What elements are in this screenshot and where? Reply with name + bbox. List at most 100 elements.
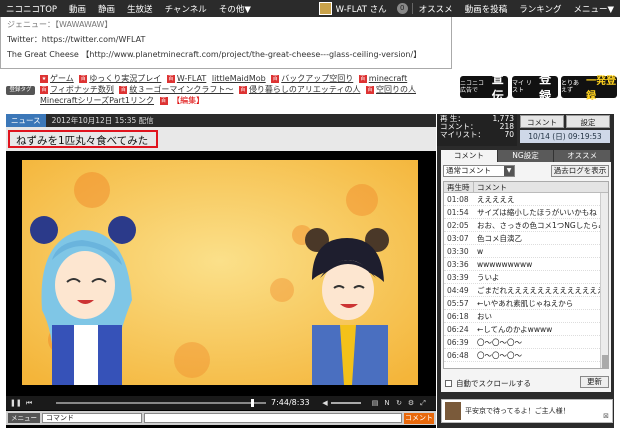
tag-karamawari[interactable]: 空回りの人 xyxy=(376,85,416,94)
comment-toggle-icon[interactable]: ▤ xyxy=(370,398,380,408)
chevron-down-icon[interactable]: ▼ xyxy=(504,166,514,176)
comment-type-select[interactable]: 通常コメント ▼ xyxy=(443,165,515,177)
comment-time: 03:36 xyxy=(447,260,469,269)
tag-row-3: MinecraftシリーズPart1リンク 百 【編集】 xyxy=(40,96,204,107)
dictionary-icon: 百 xyxy=(79,74,88,83)
comment-time: 05:57 xyxy=(447,299,469,308)
video-title-bar: ねずみを1匹丸々食べてみた xyxy=(6,127,436,151)
comment-time: 06:24 xyxy=(447,325,469,334)
mylist-register-button[interactable]: マイ リスト 登録 xyxy=(512,72,558,103)
ng-icon[interactable]: N xyxy=(382,398,392,408)
comment-row[interactable]: 01:08 えええええ xyxy=(444,193,608,206)
comment-row[interactable]: 04:49 ごまだれええええええええええええええ xyxy=(444,284,608,297)
comment-row[interactable]: 03:30 w xyxy=(444,245,608,258)
tag-row-2: 百フィボナッチ数列 百紋３ーゴーマインクラフト〜 百侵り暮らしのアリエッティの人… xyxy=(40,85,419,96)
tag-series-link[interactable]: MinecraftシリーズPart1リンク xyxy=(40,96,154,105)
seek-bar[interactable] xyxy=(56,399,266,407)
tag-register-button[interactable]: 登録タグ xyxy=(6,86,35,95)
comment-row[interactable]: 06:18 おい xyxy=(444,310,608,323)
tag-minecraft[interactable]: minecraft xyxy=(369,74,407,83)
comment-time: 02:05 xyxy=(447,221,469,230)
notification-badge[interactable]: 0 xyxy=(396,3,408,14)
nav-video[interactable]: 動画 xyxy=(63,3,92,15)
dictionary-icon: 百 xyxy=(119,85,128,94)
volume-icon[interactable]: ◀ xyxy=(320,398,330,408)
nav-live[interactable]: 生放送 xyxy=(121,3,159,15)
comment-text: ういよ xyxy=(477,273,500,282)
comment-row[interactable]: 03:36 wwwwwwwww xyxy=(444,258,608,271)
tag-yukkuri[interactable]: ゆっくり実況プレイ xyxy=(89,74,161,83)
scrollbar-thumb[interactable] xyxy=(602,355,608,368)
fullscreen-icon[interactable]: ⤢ xyxy=(418,398,428,408)
refresh-button[interactable]: 更新 xyxy=(580,376,609,388)
comment-row[interactable]: 03:39 ういよ xyxy=(444,271,608,284)
comment-text: w xyxy=(477,247,484,256)
tag-game[interactable]: ゲーム xyxy=(50,74,74,83)
rewind-icon[interactable]: ⏮ xyxy=(24,398,34,408)
tab-comment[interactable]: コメント xyxy=(441,150,498,162)
tab-recommend[interactable]: オススメ xyxy=(554,150,612,162)
column-playtime[interactable]: 再生時 xyxy=(444,182,474,192)
comment-input[interactable] xyxy=(144,413,402,423)
comment-rows: 01:08 えええええ 01:54 サイズは縮小したほうがいいかもね 02:05 おお、さ… xyxy=(444,193,608,362)
tag-edit-link[interactable]: 【編集】 xyxy=(172,96,204,105)
comment-row[interactable]: 01:54 サイズは縮小したほうがいいかもね xyxy=(444,206,608,219)
pause-icon[interactable]: ❚❚ xyxy=(10,398,22,408)
comment-text: おお、さっきの色コメ1つNGしたらみんな xyxy=(477,221,608,230)
tag-backup[interactable]: バックアップ空回り xyxy=(281,74,353,83)
nav-niconico-top[interactable]: ニコニコTOP xyxy=(0,3,63,15)
comment-text: 色コメ自演乙 xyxy=(477,234,522,243)
column-comment[interactable]: コメント xyxy=(474,182,608,192)
comment-time: 03:07 xyxy=(447,234,469,243)
playback-time: 7:44/8:33 xyxy=(271,398,310,407)
description-cheese-link[interactable]: The Great Cheese 【http://www.planetminec… xyxy=(7,47,445,62)
nav-ranking[interactable]: ランキング xyxy=(513,3,567,15)
menu-label[interactable]: メニュー xyxy=(8,413,40,423)
auto-scroll-label: 自動でスクロールする xyxy=(456,379,531,388)
nav-upload[interactable]: 動画を投稿 xyxy=(459,3,514,15)
loop-icon[interactable]: ↻ xyxy=(394,398,404,408)
settings-icon[interactable]: ⚙ xyxy=(406,398,416,408)
comment-scrollbar[interactable] xyxy=(600,193,608,368)
tag-littlemaidmob[interactable]: littleMaidMob xyxy=(212,74,266,83)
mylist-button-label: 登録 xyxy=(539,72,552,103)
command-input[interactable]: コマンド xyxy=(42,413,142,423)
tag-wflat[interactable]: W-FLAT xyxy=(177,74,206,83)
auto-scroll-checkbox[interactable] xyxy=(445,380,452,387)
auto-scroll-option[interactable]: 自動でスクロールする xyxy=(445,378,531,389)
quick-register-small: とりあえず xyxy=(561,80,580,94)
advertise-button[interactable]: ニコニコ 広告で 宣伝 xyxy=(460,72,508,103)
comment-row[interactable]: 03:07 色コメ自演乙 xyxy=(444,232,608,245)
past-log-button[interactable]: 過去ログを表示 xyxy=(551,165,609,177)
nav-channel[interactable]: チャンネル xyxy=(159,3,213,15)
comment-row[interactable]: 05:57 ←いやあれ素肌じゃねえから xyxy=(444,297,608,310)
comment-row[interactable]: 06:39 〇〜〇〜〇〜 xyxy=(444,336,608,349)
comment-time: 06:39 xyxy=(447,338,469,347)
user-avatar[interactable] xyxy=(318,2,332,15)
nav-recommend[interactable]: オススメ xyxy=(413,3,459,15)
tab-comment-header[interactable]: コメント xyxy=(520,115,564,128)
user-name[interactable]: W-FLAT さん xyxy=(336,3,393,15)
quick-register-button[interactable]: とりあえず 一発登録 xyxy=(561,76,617,102)
seek-handle[interactable] xyxy=(251,399,255,407)
comment-row[interactable]: 06:48 〇〜〇〜〇〜 xyxy=(444,349,608,362)
tab-settings-header[interactable]: 設定 xyxy=(566,115,610,128)
post-date: 2012年10月12日 15:35 配信 xyxy=(51,116,154,125)
tab-ng-settings[interactable]: NG設定 xyxy=(497,150,555,162)
volume-slider[interactable] xyxy=(331,402,361,404)
description-twitter-link[interactable]: Twitter：https://twitter.com/WFLAT xyxy=(7,32,445,47)
nav-other-menu[interactable]: その他▼ xyxy=(213,3,257,15)
comment-text: ←いやあれ素肌じゃねえから xyxy=(477,299,574,308)
dictionary-icon: 百 xyxy=(366,85,375,94)
nav-main-menu[interactable]: メニュー▼ xyxy=(567,3,620,15)
tag-mon3[interactable]: 紋３ーゴーマインクラフト〜 xyxy=(129,85,233,94)
category-label[interactable]: ニュース xyxy=(6,114,46,127)
tag-fibonacci[interactable]: フィボナッチ数列 xyxy=(50,85,114,94)
tag-arrietty[interactable]: 侵り暮らしのアリエッティの人 xyxy=(249,85,361,94)
video-screen[interactable] xyxy=(22,160,418,385)
nav-seiga[interactable]: 静画 xyxy=(92,3,121,15)
comment-row[interactable]: 06:24 ←してんのかよwwww xyxy=(444,323,608,336)
send-comment-button[interactable]: コメント xyxy=(404,412,434,424)
comment-row[interactable]: 02:05 おお、さっきの色コメ1つNGしたらみんな xyxy=(444,219,608,232)
close-icon[interactable]: ⊠ xyxy=(603,412,609,420)
